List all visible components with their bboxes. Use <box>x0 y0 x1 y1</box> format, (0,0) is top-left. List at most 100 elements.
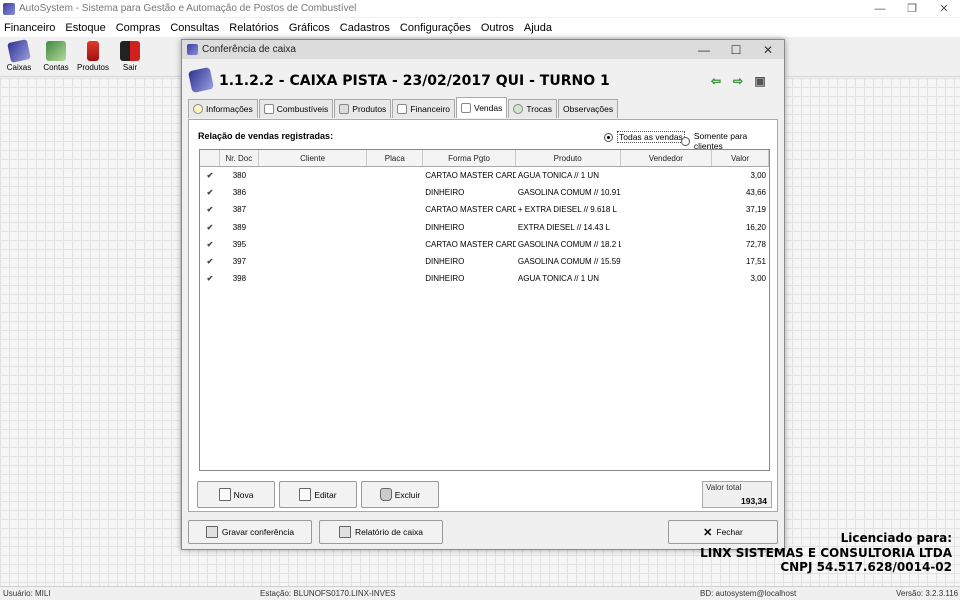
produtos-label: Produtos <box>76 63 110 72</box>
cell-valor: 43,66 <box>745 188 767 198</box>
tab-informacoes[interactable]: Informações <box>188 99 258 118</box>
gravar-conferencia-button[interactable]: Gravar conferência <box>188 520 312 544</box>
next-arrow-icon[interactable]: ⇨ <box>728 73 748 89</box>
tab-produtos[interactable]: Produtos <box>334 99 392 118</box>
menu-consultas[interactable]: Consultas <box>170 22 219 34</box>
tab-combustiveis[interactable]: Combustíveis <box>258 99 334 118</box>
trash-icon <box>379 488 392 501</box>
menu-estoque[interactable]: Estoque <box>65 22 105 34</box>
tab-vendas[interactable]: Vendas <box>456 97 508 118</box>
radio-somente-clientes[interactable]: Somente para clientes <box>681 131 777 151</box>
tab-trocas[interactable]: Trocas <box>508 99 558 118</box>
menu-configuracoes[interactable]: Configurações <box>400 22 471 34</box>
dialog-nav: ⇦ ⇨ ▣ <box>704 73 770 89</box>
statusbar: Usuário: MILI Estação: BLUNOFS0170.LINX-… <box>0 586 960 600</box>
menu-financeiro[interactable]: Financeiro <box>4 22 55 34</box>
contas-label: Contas <box>43 63 69 72</box>
menu-outros[interactable]: Outros <box>481 22 514 34</box>
new-document-icon <box>218 488 231 501</box>
editar-button[interactable]: Editar <box>279 481 357 508</box>
contas-button[interactable]: Contas <box>38 39 74 77</box>
table-row[interactable]: ✔ 398 DINHEIRO AGUA TONICA // 1 UN 3,00 <box>200 270 769 287</box>
table-row[interactable]: ✔ 380 CARTAO MASTER CARD D AGUA TONICA /… <box>200 167 769 184</box>
tab-label: Trocas <box>526 104 553 114</box>
column-header[interactable]: Placa <box>367 150 424 166</box>
tab-label: Financeiro <box>410 104 450 114</box>
previous-arrow-icon[interactable]: ⇦ <box>706 73 726 89</box>
produtos-button[interactable]: Produtos <box>75 39 111 77</box>
column-header[interactable] <box>200 150 220 166</box>
column-header[interactable]: Nr. Doc <box>220 150 259 166</box>
column-header[interactable]: Forma Pgto <box>423 150 516 166</box>
document-search-icon[interactable]: ▣ <box>750 73 770 89</box>
dialog-minimize-icon[interactable]: — <box>688 40 720 59</box>
column-header[interactable]: Vendedor <box>621 150 713 166</box>
dialog-window-controls: — ☐ ✕ <box>688 40 784 59</box>
check-icon: ✔ <box>206 205 214 215</box>
dialog-title: Conferência de caixa <box>202 44 296 55</box>
table-row[interactable]: ✔ 386 DINHEIRO GASOLINA COMUM // 10.918 … <box>200 184 769 201</box>
relatorio-label: Relatório de caixa <box>354 527 424 537</box>
cell-doc: 397 <box>232 257 247 267</box>
cell-forma-pgto: CARTAO MASTER CARD D <box>425 171 516 181</box>
check-icon: ✔ <box>206 274 214 284</box>
menu-graficos[interactable]: Gráficos <box>289 22 330 34</box>
table-row[interactable]: ✔ 387 CARTAO MASTER CARD D + EXTRA DIESE… <box>200 201 769 218</box>
cell-doc: 386 <box>232 188 247 198</box>
cell-valor: 3,00 <box>750 274 767 284</box>
column-header[interactable]: Produto <box>516 150 621 166</box>
cell-produto: + EXTRA DIESEL // 9.618 L <box>517 205 617 215</box>
menu-cadastros[interactable]: Cadastros <box>340 22 390 34</box>
status-db: BD: autosystem@localhost <box>700 589 797 598</box>
check-icon: ✔ <box>206 257 214 267</box>
radio-label: Somente para clientes <box>693 131 748 151</box>
cell-forma-pgto: DINHEIRO <box>425 188 465 198</box>
menu-compras[interactable]: Compras <box>116 22 161 34</box>
column-header[interactable]: Valor <box>712 150 769 166</box>
total-box: Valor total 193,34 <box>702 481 772 508</box>
excluir-button[interactable]: Excluir <box>361 481 439 508</box>
cash-register-icon <box>187 66 215 94</box>
dialog-maximize-icon[interactable]: ☐ <box>720 40 752 59</box>
status-user: Usuário: MILI <box>3 589 51 598</box>
lightbulb-icon <box>193 104 203 114</box>
table-row[interactable]: ✔ 395 CARTAO MASTER CARD GASOLINA COMUM … <box>200 236 769 253</box>
menu-ajuda[interactable]: Ajuda <box>524 22 552 34</box>
fuel-icon <box>263 104 274 114</box>
tab-financeiro[interactable]: Financeiro <box>392 99 455 118</box>
cell-forma-pgto: DINHEIRO <box>425 274 465 284</box>
radio-dot-icon <box>604 132 613 142</box>
save-icon <box>205 526 218 538</box>
app-titlebar: AutoSystem - Sistema para Gestão e Autom… <box>0 0 960 17</box>
relatorio-caixa-button[interactable]: Relatório de caixa <box>319 520 443 544</box>
nova-button[interactable]: Nova <box>197 481 275 508</box>
cell-valor: 17,51 <box>745 257 767 267</box>
table-row[interactable]: ✔ 397 DINHEIRO GASOLINA COMUM // 15.596 … <box>200 253 769 270</box>
cell-forma-pgto: CARTAO MASTER CARD <box>425 239 516 249</box>
license-line2: LINX SISTEMAS E CONSULTORIA LTDA <box>700 545 952 560</box>
close-icon[interactable]: ✕ <box>928 0 960 17</box>
menubar: Financeiro Estoque Compras Consultas Rel… <box>0 18 960 37</box>
check-icon: ✔ <box>206 188 214 198</box>
sair-button[interactable]: Sair <box>112 39 148 77</box>
table-row[interactable]: ✔ 389 DINHEIRO EXTRA DIESEL // 14.43 L 1… <box>200 219 769 236</box>
cell-doc: 380 <box>232 171 247 181</box>
cell-forma-pgto: DINHEIRO <box>425 222 465 232</box>
menu-relatorios[interactable]: Relatórios <box>229 22 279 34</box>
bottle-icon <box>87 41 99 61</box>
minimize-icon[interactable]: — <box>864 0 896 17</box>
cell-produto: GASOLINA COMUM // 18.2 L <box>517 239 621 249</box>
cell-doc: 387 <box>232 205 247 215</box>
tab-observacoes[interactable]: Observações <box>558 99 619 118</box>
sales-grid[interactable]: Nr. Doc Cliente Placa Forma Pgto Produto… <box>199 149 770 471</box>
column-header[interactable]: Cliente <box>259 150 368 166</box>
radio-label: Todas as vendas <box>617 131 685 143</box>
tab-label: Vendas <box>474 103 503 113</box>
caixas-button[interactable]: Caixas <box>1 39 37 77</box>
status-station: Estação: BLUNOFS0170.LINX-INVES <box>260 589 396 598</box>
dialog-close-icon[interactable]: ✕ <box>752 40 784 59</box>
restore-icon[interactable]: ❐ <box>896 0 928 17</box>
radio-todas-vendas[interactable]: Todas as vendas <box>604 131 685 143</box>
nova-label: Nova <box>233 489 254 500</box>
cell-forma-pgto: DINHEIRO <box>425 257 465 267</box>
